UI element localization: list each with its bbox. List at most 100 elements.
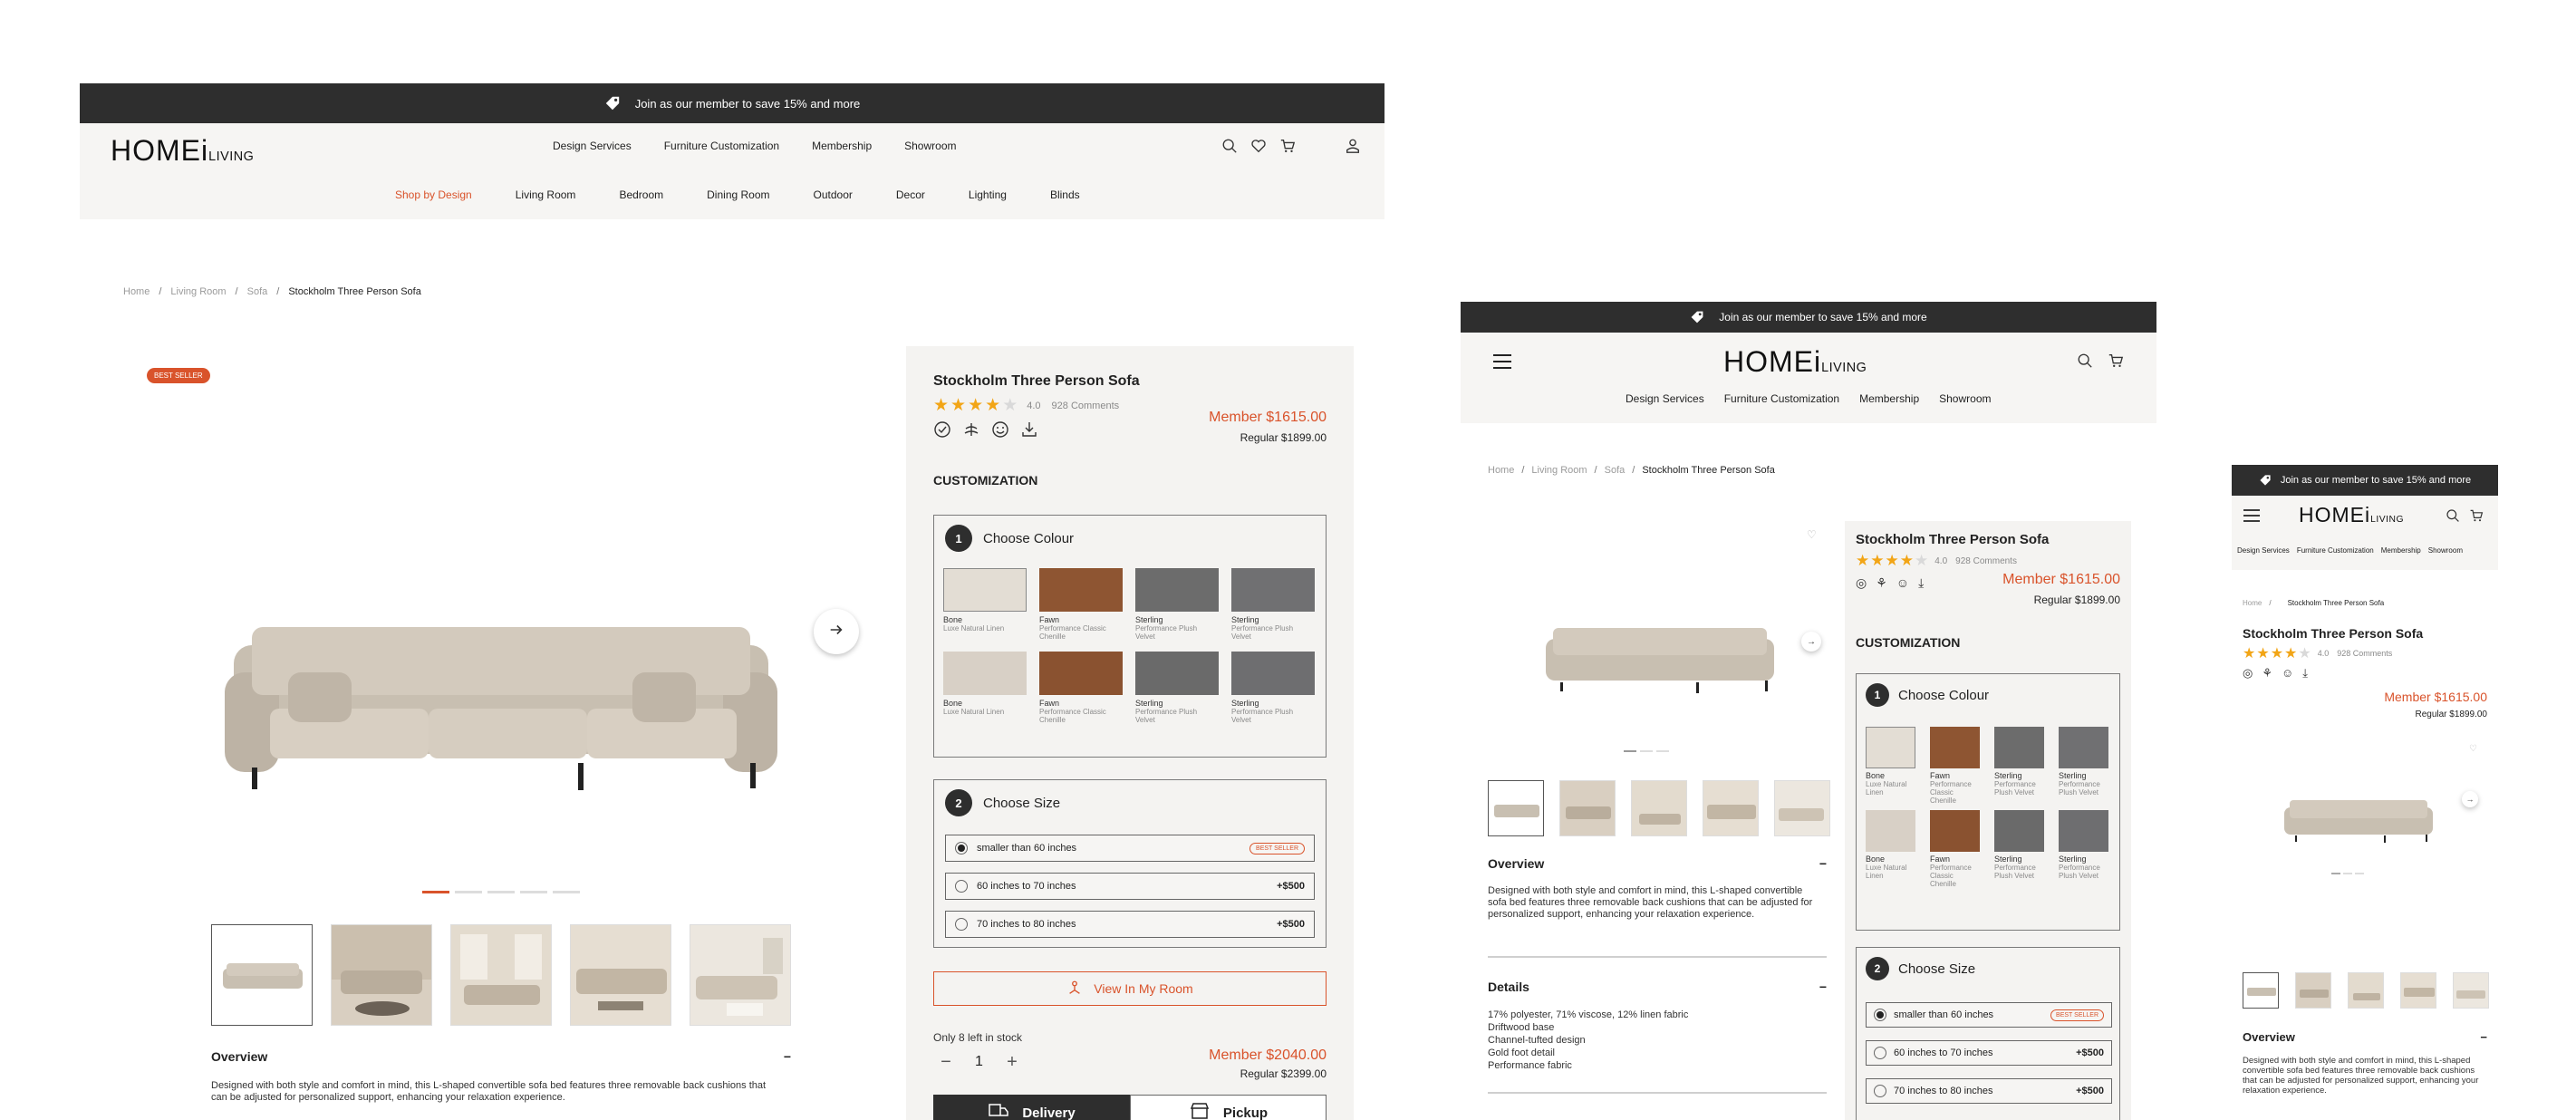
size-option-1[interactable]: smaller than 60 inches BEST SELLER (945, 835, 1315, 862)
breadcrumb-living-room[interactable]: Living Room (170, 286, 226, 297)
swatch-option[interactable]: Bone Luxe Natural Linen (943, 568, 1027, 641)
search-icon[interactable] (2446, 508, 2460, 527)
swatch-option[interactable]: Fawn Performance Classic Chenille (1039, 568, 1123, 641)
search-icon[interactable] (2077, 352, 2093, 373)
carousel-dot-2[interactable] (1640, 750, 1653, 752)
swatch-option[interactable]: Sterling Performance Plush Velvet (1994, 727, 2044, 805)
subnav-living-room[interactable]: Living Room (516, 188, 576, 201)
size-option-3[interactable]: 70 inches to 80 inches +$500 (1866, 1078, 2112, 1104)
thumbnail-2[interactable] (2295, 972, 2331, 1009)
nav-showroom[interactable]: Showroom (904, 140, 956, 152)
breadcrumb-sofa[interactable]: Sofa (1605, 465, 1626, 476)
details-header[interactable]: Details − (1488, 980, 1827, 994)
view-in-my-room-button[interactable]: View In My Room (933, 971, 1327, 1006)
carousel-dot-1[interactable] (2331, 873, 2340, 874)
carousel-dot-1[interactable] (1624, 750, 1636, 752)
comments-count[interactable]: 928 Comments (1052, 401, 1120, 411)
swatch-option[interactable]: Sterling Performance Plush Velvet (1135, 568, 1219, 641)
thumbnail-3[interactable] (1631, 780, 1687, 836)
size-option-3[interactable]: 70 inches to 80 inches +$500 (945, 911, 1315, 938)
carousel-dot-3[interactable] (487, 891, 515, 893)
carousel-dot-4[interactable] (520, 891, 547, 893)
thumbnail-2[interactable] (331, 924, 432, 1026)
size-option-1[interactable]: smaller than 60 inches BEST SELLER (1866, 1002, 2112, 1028)
swatch-option[interactable]: Fawn Performance Classic Chenille (1930, 810, 1980, 888)
nav-design-services[interactable]: Design Services (1626, 392, 1704, 405)
promo-banner[interactable]: Join as our member to save 15% and more (1461, 302, 2156, 333)
overview-toggle[interactable]: − (2480, 1030, 2487, 1044)
quantity-minus-button[interactable]: − (933, 1049, 959, 1075)
radio-selected[interactable] (1874, 1009, 1886, 1021)
search-icon[interactable] (1221, 138, 1238, 159)
nav-membership[interactable]: Membership (1859, 392, 1919, 405)
nav-furniture-customization[interactable]: Furniture Customization (664, 140, 779, 152)
promo-banner[interactable]: Join as our member to save 15% and more (2232, 465, 2498, 496)
menu-icon[interactable] (1491, 352, 1513, 375)
nav-membership[interactable]: Membership (812, 140, 872, 152)
swatch-option[interactable]: Fawn Performance Classic Chenille (1930, 727, 1980, 805)
swatch-option[interactable]: Bone Luxe Natural Linen (1866, 810, 1915, 888)
radio[interactable] (1874, 1085, 1886, 1097)
overview-toggle[interactable]: − (1819, 856, 1827, 871)
cart-icon[interactable] (2469, 508, 2484, 527)
swatch-option[interactable]: Fawn Performance Classic Chenille (1039, 652, 1123, 724)
thumbnail-5[interactable] (1774, 780, 1830, 836)
nav-furniture-customization[interactable]: Furniture Customization (1724, 392, 1839, 405)
carousel-dot-3[interactable] (2355, 873, 2364, 874)
thumbnail-1[interactable] (211, 924, 313, 1026)
swatch-option[interactable]: Sterling Performance Plush Velvet (1994, 810, 2044, 888)
product-image[interactable] (2277, 784, 2440, 847)
cart-icon[interactable] (1279, 138, 1296, 159)
thumbnail-5[interactable] (2453, 972, 2489, 1009)
logo[interactable]: HOMEi LIVING (111, 134, 254, 168)
thumbnail-2[interactable] (1559, 780, 1616, 836)
user-icon[interactable] (1345, 138, 1361, 159)
carousel-dot-1[interactable] (422, 891, 449, 893)
delivery-tab[interactable]: Delivery (933, 1095, 1130, 1120)
swatch-option[interactable]: Sterling Performance Plush Velvet (2059, 727, 2108, 805)
product-image[interactable] (1533, 601, 1787, 700)
menu-icon[interactable] (2243, 508, 2261, 527)
swatch-option[interactable]: Bone Luxe Natural Linen (1866, 727, 1915, 805)
thumbnail-1[interactable] (2243, 972, 2279, 1009)
heart-icon[interactable] (1250, 138, 1267, 159)
nav-membership[interactable]: Membership (2381, 546, 2421, 555)
breadcrumb-home[interactable]: Home (123, 286, 150, 297)
overview-toggle[interactable]: − (784, 1049, 791, 1064)
breadcrumb-home[interactable]: Home (2243, 599, 2262, 607)
carousel-dot-2[interactable] (2343, 873, 2352, 874)
details-toggle[interactable]: − (1819, 980, 1827, 994)
next-image-button[interactable]: → (1801, 632, 1821, 652)
radio[interactable] (955, 880, 968, 893)
thumbnail-5[interactable] (690, 924, 791, 1026)
swatch-option[interactable]: Sterling Performance Plush Velvet (1135, 652, 1219, 724)
radio[interactable] (1874, 1047, 1886, 1059)
thumbnail-4[interactable] (1703, 780, 1759, 836)
heart-icon[interactable]: ♡ (1807, 528, 1817, 541)
overview-header[interactable]: Overview − (211, 1049, 791, 1064)
swatch-option[interactable]: Sterling Performance Plush Velvet (2059, 810, 2108, 888)
overview-header[interactable]: Overview − (2243, 1030, 2487, 1044)
radio-selected[interactable] (955, 842, 968, 854)
carousel-dot-3[interactable] (1656, 750, 1669, 752)
nav-showroom[interactable]: Showroom (1939, 392, 1991, 405)
carousel-dot-2[interactable] (455, 891, 482, 893)
swatch-option[interactable]: Sterling Performance Plush Velvet (1231, 568, 1315, 641)
thumbnail-4[interactable] (2400, 972, 2436, 1009)
thumbnail-1[interactable] (1488, 780, 1544, 836)
radio[interactable] (955, 918, 968, 931)
heart-icon[interactable]: ♡ (2469, 744, 2477, 754)
quantity-value[interactable]: 1 (975, 1054, 983, 1070)
product-image[interactable] (207, 536, 796, 826)
nav-design-services[interactable]: Design Services (553, 140, 632, 152)
nav-showroom[interactable]: Showroom (2428, 546, 2463, 555)
subnav-lighting[interactable]: Lighting (969, 188, 1007, 201)
breadcrumb-living-room[interactable]: Living Room (1531, 465, 1587, 476)
nav-furniture-customization[interactable]: Furniture Customization (2297, 546, 2374, 555)
cart-icon[interactable] (2108, 352, 2124, 373)
subnav-dining-room[interactable]: Dining Room (707, 188, 769, 201)
thumbnail-4[interactable] (570, 924, 671, 1026)
pickup-tab[interactable]: Pickup (1130, 1095, 1327, 1120)
subnav-bedroom[interactable]: Bedroom (619, 188, 663, 201)
breadcrumb-sofa[interactable]: Sofa (247, 286, 268, 297)
